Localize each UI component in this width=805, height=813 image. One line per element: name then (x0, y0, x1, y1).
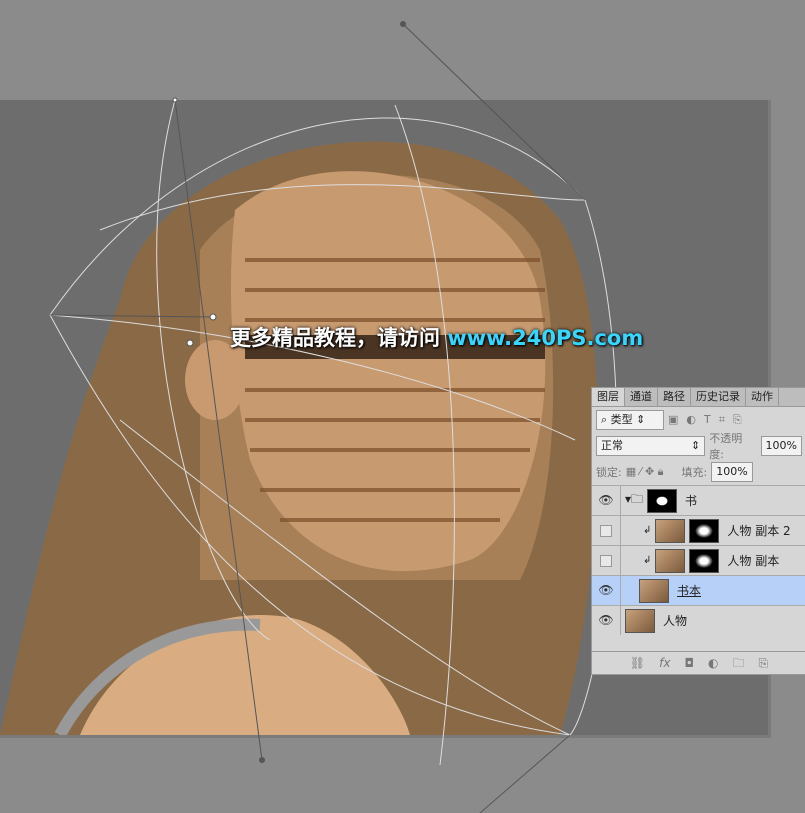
tab-paths[interactable]: 路径 (658, 388, 691, 406)
filter-icons[interactable]: ▣◐T⌗⎘ (668, 413, 750, 427)
search-icon: ⌕ (601, 413, 611, 426)
folder-icon: ▾🗀︎ (625, 492, 644, 506)
smart-object-thumbnail (639, 578, 669, 603)
lock-label: 锁定: (596, 466, 622, 479)
layer-row[interactable]: 👁︎ 人物 (592, 605, 805, 635)
visibility-toggle[interactable] (592, 546, 621, 575)
link-icon[interactable]: ⛓︎ (630, 652, 645, 674)
watermark-url: www.240PS.com (447, 326, 644, 350)
opacity-label: 不透明度: (709, 432, 743, 461)
visibility-toggle[interactable] (592, 516, 621, 545)
new-layer-icon[interactable]: ⎘ (758, 652, 768, 674)
filter-kind-value: 类型 (610, 413, 633, 426)
clip-arrow-icon: ↲ (643, 555, 652, 566)
layer-row-group[interactable]: 👁︎ ▾🗀︎ 书 (592, 485, 805, 515)
layer-name: 人物 副本 (727, 554, 780, 568)
layer-name: 人物 副本 2 (727, 524, 791, 538)
adjustment-icon[interactable]: ◐ (708, 652, 718, 674)
tab-history[interactable]: 历史记录 (691, 388, 746, 406)
eye-icon[interactable]: 👁︎ (592, 486, 621, 515)
watermark-text: 更多精品教程，请访问 (230, 326, 448, 350)
layer-name: 人物 (663, 614, 688, 628)
clip-arrow-icon: ↲ (643, 525, 652, 536)
layer-name: 书本 (677, 584, 702, 598)
layer-thumbnail (655, 548, 686, 573)
layer-row[interactable]: ↲ 人物 副本 2 (592, 515, 805, 545)
panel-tabs: 图层 通道 路径 历史记录 动作 (592, 388, 805, 407)
layer-name: 书 (685, 494, 698, 508)
panel-footer: ⛓︎ fx ◘ ◐ 🗀︎ ⎘ (592, 651, 805, 674)
layer-row-selected[interactable]: 👁︎ 书本 (592, 575, 805, 605)
opacity-input[interactable]: 100% (760, 436, 802, 456)
layer-thumbnail (655, 518, 686, 543)
fx-icon[interactable]: fx (659, 652, 670, 674)
blend-mode-value: 正常 (601, 439, 623, 452)
tab-actions[interactable]: 动作 (746, 388, 779, 406)
blend-mode-select[interactable]: 正常 ⇕ (596, 436, 706, 456)
layer-mask-thumbnail (689, 518, 720, 543)
eye-icon[interactable]: 👁︎ (592, 606, 621, 635)
add-mask-icon[interactable]: ◘ (684, 652, 694, 674)
fill-label: 填充: (681, 466, 708, 479)
tab-channels[interactable]: 通道 (625, 388, 658, 406)
lock-icons[interactable]: ▦ ⁄ ✥ 🔒︎ (626, 465, 664, 479)
layer-mask-thumbnail (689, 548, 720, 573)
layer-thumbnail (625, 608, 655, 633)
watermark: 更多精品教程，请访问 www.240PS.com (230, 322, 643, 352)
new-group-icon[interactable]: 🗀︎ (732, 652, 744, 674)
eye-icon[interactable]: 👁︎ (592, 576, 621, 605)
layers-panel: 图层 通道 路径 历史记录 动作 ⌕ 类型 ⇕ ▣◐T⌗⎘ 正常 ⇕ 不透明度: … (591, 387, 805, 675)
filter-kind-select[interactable]: ⌕ 类型 ⇕ (596, 410, 664, 430)
tab-layers[interactable]: 图层 (592, 388, 625, 406)
layer-mask-thumbnail (647, 488, 678, 513)
layer-row[interactable]: ↲ 人物 副本 (592, 545, 805, 575)
fill-input[interactable]: 100% (711, 462, 753, 482)
